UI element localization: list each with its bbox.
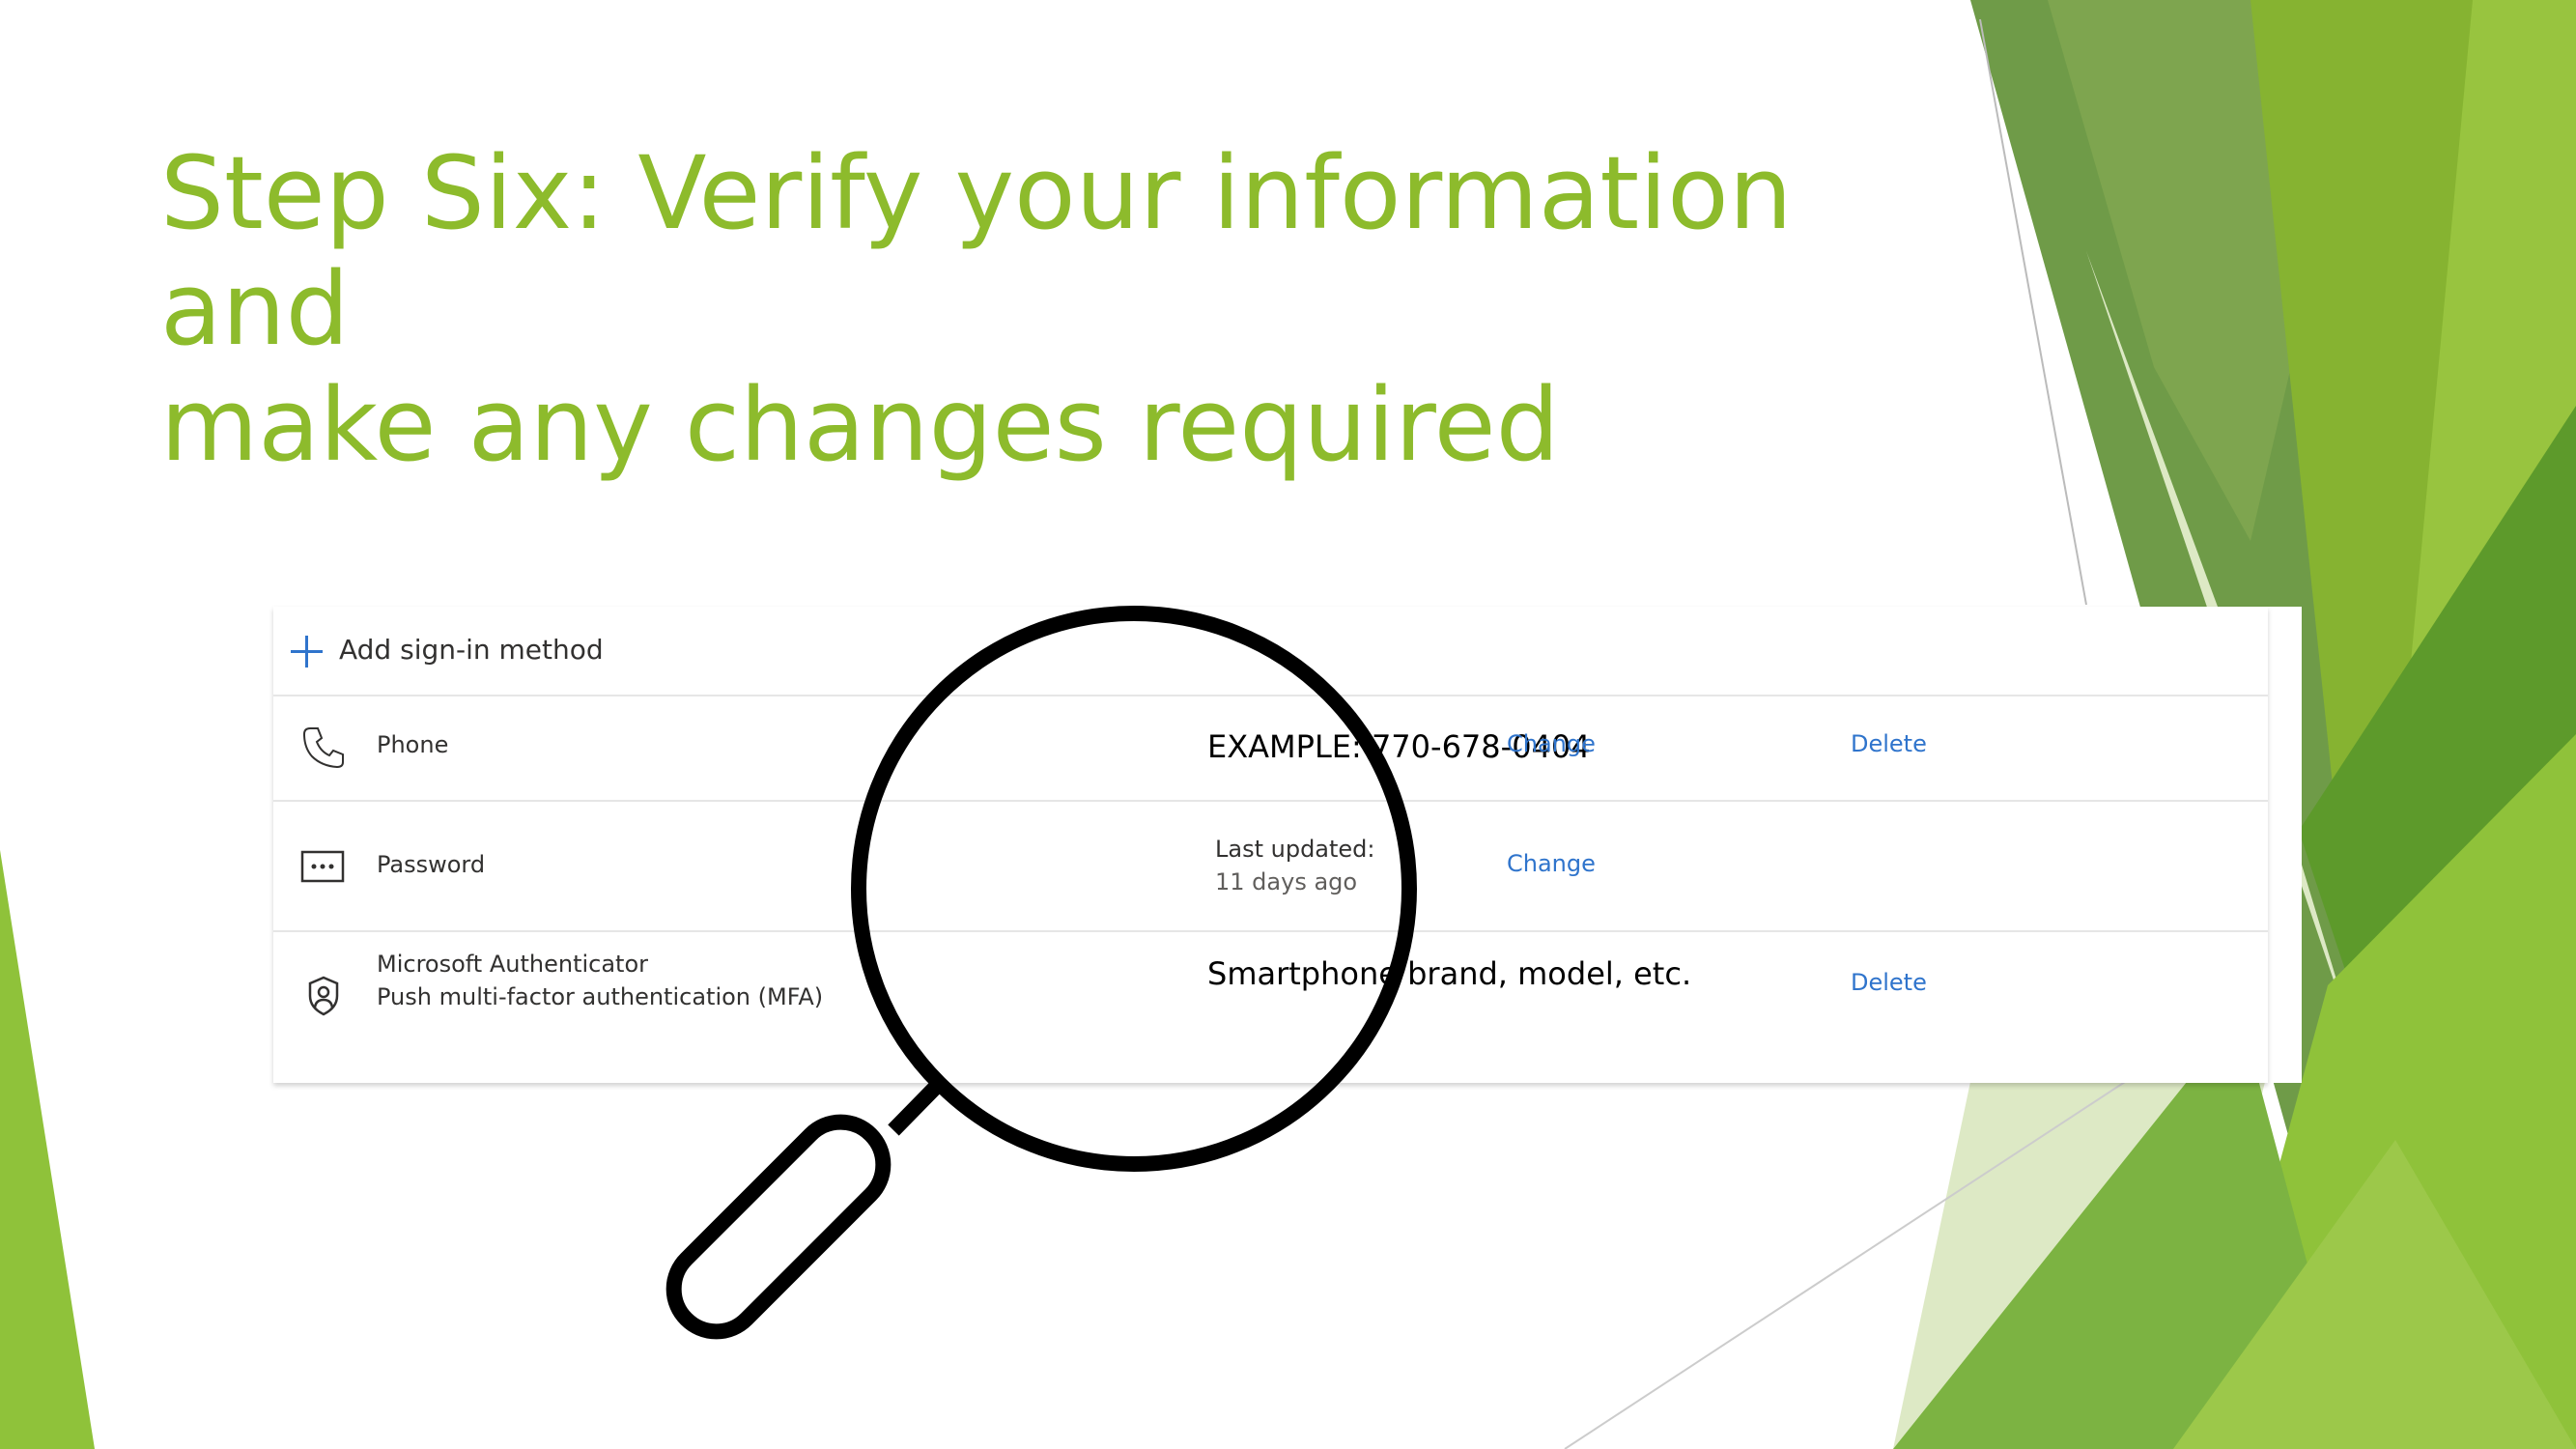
slide-title-line-2: make any changes required: [160, 366, 1560, 484]
method-description-authenticator: Push multi-factor authentication (MFA): [377, 983, 824, 1010]
password-last-updated-label: Last updated:: [1215, 836, 1375, 863]
password-last-updated-value: 11 days ago: [1215, 868, 1358, 895]
slide-title: Step Six: Verify your information and ma…: [160, 135, 1996, 483]
sign-in-method-row-password: Password Last updated: 11 days ago Chang…: [273, 802, 2268, 932]
plus-icon[interactable]: [291, 636, 323, 668]
sign-in-method-row-phone: Phone EXAMPLE: 770-678-0404 Change Delet…: [273, 696, 2268, 802]
delete-phone-link[interactable]: Delete: [1851, 730, 1927, 757]
authenticator-device-value: Smartphone brand, model, etc.: [1207, 955, 1692, 992]
slide-title-line-1: Step Six: Verify your information and: [160, 134, 1793, 368]
security-info-panel: Add sign-in method Phone EXAMPLE: 770-67…: [273, 607, 2268, 1083]
method-name-authenticator: Microsoft Authenticator: [377, 951, 649, 978]
change-password-link[interactable]: Change: [1507, 850, 1596, 877]
method-name-password: Password: [377, 851, 486, 878]
change-phone-link[interactable]: Change: [1507, 730, 1596, 757]
password-icon: [300, 850, 345, 883]
add-sign-in-method-link[interactable]: Add sign-in method: [339, 634, 604, 666]
method-name-phone: Phone: [377, 731, 449, 758]
delete-authenticator-link[interactable]: Delete: [1851, 969, 1927, 996]
phone-icon: [302, 727, 344, 769]
sign-in-method-row-authenticator: Microsoft Authenticator Push multi-facto…: [273, 932, 2268, 1055]
authenticator-icon: [308, 976, 339, 1016]
add-sign-in-method-row[interactable]: Add sign-in method: [273, 607, 2268, 696]
panel-edge: [2268, 607, 2302, 1083]
